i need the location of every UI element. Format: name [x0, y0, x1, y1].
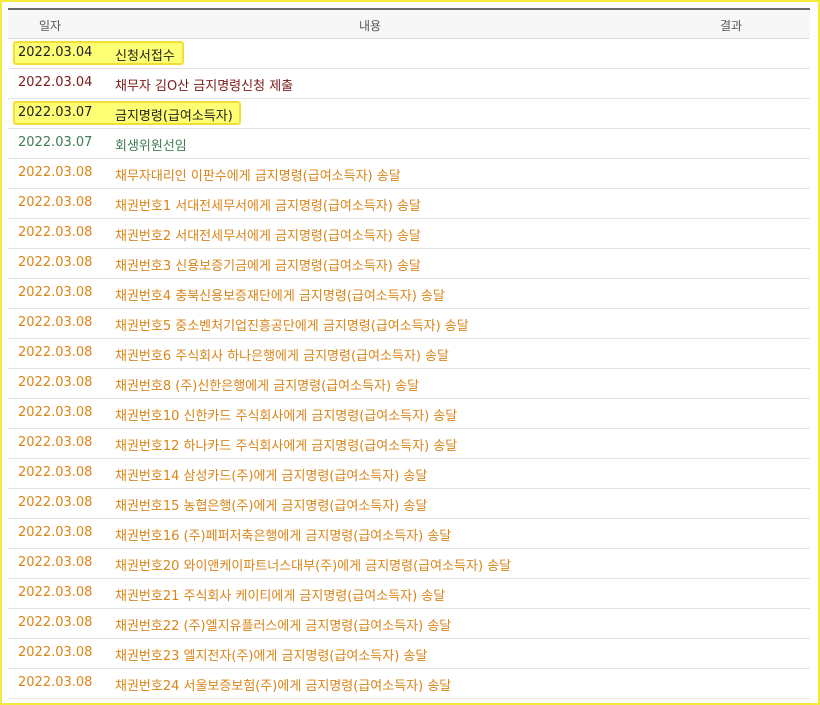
table-row: 2022.03.08 채권번호21 주식회사 케이티에게 금지명령(급여소득자) … [8, 579, 810, 609]
row-date: 2022.03.08 [18, 555, 93, 570]
table-row: 2022.03.08 채권번호4 충북신용보증재단에게 금지명령(급여소득자) 송… [8, 279, 810, 309]
row-date: 2022.03.08 [18, 525, 93, 540]
table-row: 2022.03.08 채권번호15 농협은행(주)에게 금지명령(급여소득자) 송… [8, 489, 810, 519]
table-row: 2022.03.07 금지명령(급여소득자) [8, 99, 810, 129]
row-content: 채권번호20 와이앤케이파트너스대부(주)에게 금지명령(급여소득자) 송달 [115, 559, 512, 574]
table-row: 2022.03.08 채무자대리인 이판수에게 금지명령(급여소득자) 송달 [8, 159, 810, 189]
row-date: 2022.03.08 [18, 255, 93, 270]
column-header-date: 일자 [39, 19, 62, 33]
row-date: 2022.03.08 [18, 285, 93, 300]
column-header-content: 내용 [359, 19, 382, 33]
row-date: 2022.03.08 [18, 225, 93, 240]
row-content: 채권번호16 (주)페퍼저축은행에게 금지명령(급여소득자) 송달 [115, 529, 452, 544]
row-content: 채권번호22 (주)엘지유플러스에게 금지명령(급여소득자) 송달 [115, 619, 452, 634]
row-date: 2022.03.08 [18, 465, 93, 480]
row-content: 채권번호14 삼성카드(주)에게 금지명령(급여소득자) 송달 [115, 469, 428, 484]
table-row: 2022.03.08 채권번호2 서대전세무서에게 금지명령(급여소득자) 송달 [8, 219, 810, 249]
table-row: 2022.03.08 채권번호1 서대전세무서에게 금지명령(급여소득자) 송달 [8, 189, 810, 219]
row-date: 2022.03.08 [18, 585, 93, 600]
table-row: 2022.03.08 채권번호10 신한카드 주식회사에게 금지명령(급여소득자)… [8, 399, 810, 429]
row-date: 2022.03.04 [18, 75, 93, 90]
row-date: 2022.03.08 [18, 615, 93, 630]
row-content: 채권번호10 신한카드 주식회사에게 금지명령(급여소득자) 송달 [115, 409, 458, 424]
column-header-result: 결과 [720, 19, 743, 33]
row-content: 채권번호6 주식회사 하나은행에게 금지명령(급여소득자) 송달 [115, 349, 449, 364]
row-date: 2022.03.08 [18, 435, 93, 450]
row-content: 신청서접수 [115, 49, 175, 64]
table-row: 2022.03.08 채권번호22 (주)엘지유플러스에게 금지명령(급여소득자)… [8, 609, 810, 639]
row-date: 2022.03.08 [18, 675, 93, 690]
row-content: 채권번호15 농협은행(주)에게 금지명령(급여소득자) 송달 [115, 499, 428, 514]
row-content: 채권번호3 신용보증기금에게 금지명령(급여소득자) 송달 [115, 259, 421, 274]
row-content: 채권번호12 하나카드 주식회사에게 금지명령(급여소득자) 송달 [115, 439, 458, 454]
table-header: 일자 내용 결과 [8, 10, 810, 39]
table-row: 2022.03.08 채권번호3 신용보증기금에게 금지명령(급여소득자) 송달 [8, 249, 810, 279]
table-row: 2022.03.08 채권번호12 하나카드 주식회사에게 금지명령(급여소득자)… [8, 429, 810, 459]
table-row: 2022.03.08 채권번호20 와이앤케이파트너스대부(주)에게 금지명령(급… [8, 549, 810, 579]
table-row: 2022.03.08 채권번호24 서울보증보험(주)에게 금지명령(급여소득자)… [8, 669, 810, 699]
table-row: 2022.03.08 채권번호16 (주)페퍼저축은행에게 금지명령(급여소득자)… [8, 519, 810, 549]
row-date: 2022.03.08 [18, 495, 93, 510]
table-row: 2022.03.08 채권번호6 주식회사 하나은행에게 금지명령(급여소득자) … [8, 339, 810, 369]
row-content: 금지명령(급여소득자) [115, 109, 233, 124]
row-content: 채무자 김O산 금지명령신청 제출 [115, 79, 294, 94]
row-date: 2022.03.07 [18, 135, 93, 150]
case-history-table: 일자 내용 결과 2022.03.04 신청서접수 2022.03.04 채무자 김O… [8, 8, 810, 699]
row-content: 채권번호2 서대전세무서에게 금지명령(급여소득자) 송달 [115, 229, 421, 244]
row-content: 채권번호8 (주)신한은행에게 금지명령(급여소득자) 송달 [115, 379, 420, 394]
row-date: 2022.03.04 [18, 45, 93, 60]
row-content: 채권번호5 중소벤처기업진흥공단에게 금지명령(급여소득자) 송달 [115, 319, 469, 334]
row-date: 2022.03.07 [18, 105, 93, 120]
row-date: 2022.03.08 [18, 195, 93, 210]
row-content: 채무자대리인 이판수에게 금지명령(급여소득자) 송달 [115, 169, 401, 184]
table-row: 2022.03.08 채권번호5 중소벤처기업진흥공단에게 금지명령(급여소득자)… [8, 309, 810, 339]
table-body: 2022.03.04 신청서접수 2022.03.04 채무자 김O산 금지명령신청 … [8, 39, 810, 699]
table-row: 2022.03.08 채권번호14 삼성카드(주)에게 금지명령(급여소득자) 송… [8, 459, 810, 489]
table-row: 2022.03.07 회생위원선임 [8, 129, 810, 159]
table-row: 2022.03.04 신청서접수 [8, 39, 810, 69]
row-date: 2022.03.08 [18, 345, 93, 360]
row-content: 채권번호21 주식회사 케이티에게 금지명령(급여소득자) 송달 [115, 589, 446, 604]
row-date: 2022.03.08 [18, 165, 93, 180]
row-date: 2022.03.08 [18, 315, 93, 330]
table-row: 2022.03.08 채권번호23 엘지전자(주)에게 금지명령(급여소득자) 송… [8, 639, 810, 669]
table-row: 2022.03.08 채권번호8 (주)신한은행에게 금지명령(급여소득자) 송달 [8, 369, 810, 399]
row-content: 채권번호23 엘지전자(주)에게 금지명령(급여소득자) 송달 [115, 649, 428, 664]
row-content: 채권번호24 서울보증보험(주)에게 금지명령(급여소득자) 송달 [115, 679, 452, 694]
row-content: 채권번호4 충북신용보증재단에게 금지명령(급여소득자) 송달 [115, 289, 445, 304]
row-date: 2022.03.08 [18, 405, 93, 420]
row-date: 2022.03.08 [18, 375, 93, 390]
row-date: 2022.03.08 [18, 645, 93, 660]
row-content: 채권번호1 서대전세무서에게 금지명령(급여소득자) 송달 [115, 199, 421, 214]
table-row: 2022.03.04 채무자 김O산 금지명령신청 제출 [8, 69, 810, 99]
row-content: 회생위원선임 [115, 139, 187, 154]
